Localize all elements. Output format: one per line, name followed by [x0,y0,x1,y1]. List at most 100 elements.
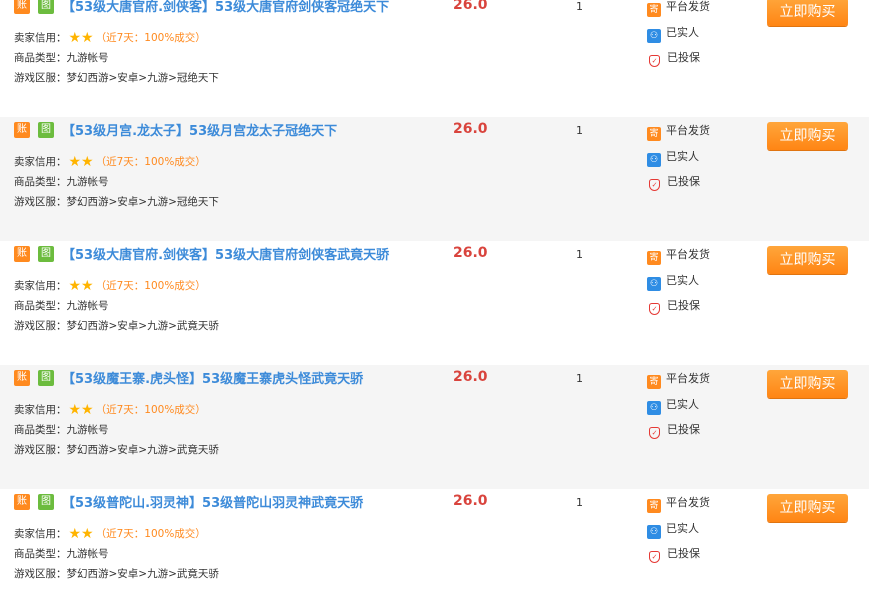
quantity: 1 [576,248,583,261]
product-type: 商品类型：九游帐号 [14,546,109,561]
platform-delivery-label: 平台发货 [666,248,710,261]
server-value: 梦幻西游>安卓>九游>冠绝天下 [66,196,219,208]
image-tag-icon[interactable]: 图 [38,246,54,262]
server-value: 梦幻西游>安卓>九游>武竟天骄 [66,568,219,580]
buy-now-button[interactable]: 立即购买 [767,0,848,26]
credit-label: 卖家信用： [14,156,67,168]
type-label: 商品类型： [14,424,67,436]
listing-row: 账 图 【53级普陀山.羽灵神】53级普陀山羽灵神武竟天骄 卖家信用： ★★ （近7… [0,489,869,596]
real-name-verified: ⚇ 已实人 [647,24,699,43]
type-value: 九游帐号 [66,424,109,436]
listing-row: 账 图 【53级大唐官府.剑侠客】53级大唐官府剑侠客武竟天骄 卖家信用： ★★ （… [0,241,869,365]
insured: ✓ 已投保 [647,297,700,315]
real-name-icon: ⚇ [647,153,661,167]
deal-rate: （近7天：100%成交） [95,156,206,168]
listing-list: 账 图 【53级大唐官府.剑侠客】53级大唐官府剑侠客冠绝天下 卖家信用： ★★ （… [0,0,869,596]
insured: ✓ 已投保 [647,173,700,191]
image-tag-icon[interactable]: 图 [38,494,54,510]
platform-delivery: 寄平台发货 [647,246,710,265]
type-value: 九游帐号 [66,52,109,64]
quantity: 1 [576,124,583,137]
type-label: 商品类型： [14,300,67,312]
platform-delivery: 寄平台发货 [647,370,710,389]
platform-delivery-icon: 寄 [647,251,661,265]
price: 26.0 [453,0,488,13]
game-server: 游戏区服：梦幻西游>安卓>九游>冠绝天下 [14,70,219,85]
product-type: 商品类型：九游帐号 [14,50,109,65]
listing-title-link[interactable]: 【53级大唐官府.剑侠客】53级大唐官府剑侠客冠绝天下 [62,0,389,15]
star-icons: ★★ [68,526,94,542]
game-server: 游戏区服：梦幻西游>安卓>九游>冠绝天下 [14,194,219,209]
real-name-icon: ⚇ [647,29,661,43]
star-icons: ★★ [68,402,94,418]
deal-rate: （近7天：100%成交） [95,32,206,44]
insured: ✓ 已投保 [647,49,700,67]
credit-label: 卖家信用： [14,280,67,292]
type-value: 九游帐号 [66,176,109,188]
real-name-verified: ⚇ 已实人 [647,148,699,167]
listing-row: 账 图 【53级魔王寨.虎头怪】53级魔王寨虎头怪武竟天骄 卖家信用： ★★ （近7… [0,365,869,489]
price: 26.0 [453,121,488,137]
seller-credit: 卖家信用： ★★ （近7天：100%成交） [14,30,206,46]
credit-label: 卖家信用： [14,404,67,416]
shield-icon: ✓ [649,427,660,439]
listing-title-link[interactable]: 【53级魔王寨.虎头怪】53级魔王寨虎头怪武竟天骄 [62,368,363,387]
real-name-verified: ⚇ 已实人 [647,272,699,291]
seller-credit: 卖家信用： ★★ （近7天：100%成交） [14,402,206,418]
quantity: 1 [576,372,583,385]
platform-delivery: 寄平台发货 [647,0,710,17]
seller-credit: 卖家信用： ★★ （近7天：100%成交） [14,154,206,170]
shield-icon: ✓ [649,179,660,191]
listing-row: 账 图 【53级大唐官府.剑侠客】53级大唐官府剑侠客冠绝天下 卖家信用： ★★ （… [0,0,869,117]
image-tag-icon[interactable]: 图 [38,122,54,138]
platform-delivery-label: 平台发货 [666,372,710,385]
insured-label: 已投保 [667,175,700,188]
server-value: 梦幻西游>安卓>九游>武竟天骄 [66,444,219,456]
image-tag-icon[interactable]: 图 [38,370,54,386]
platform-delivery-icon: 寄 [647,499,661,513]
image-tag-icon[interactable]: 图 [38,0,54,14]
deal-rate: （近7天：100%成交） [95,528,206,540]
deal-rate: （近7天：100%成交） [95,280,206,292]
buy-now-button[interactable]: 立即购买 [767,494,848,522]
credit-label: 卖家信用： [14,32,67,44]
listing-row: 账 图 【53级月宫.龙太子】53级月宫龙太子冠绝天下 卖家信用： ★★ （近7天：… [0,117,869,241]
type-label: 商品类型： [14,52,67,64]
game-server: 游戏区服：梦幻西游>安卓>九游>武竟天骄 [14,318,219,333]
listing-title-link[interactable]: 【53级大唐官府.剑侠客】53级大唐官府剑侠客武竟天骄 [62,244,389,263]
platform-delivery-icon: 寄 [647,3,661,17]
platform-delivery-icon: 寄 [647,375,661,389]
listing-title-link[interactable]: 【53级普陀山.羽灵神】53级普陀山羽灵神武竟天骄 [62,492,363,511]
account-tag-icon: 账 [14,370,30,386]
type-value: 九游帐号 [66,548,109,560]
insured-label: 已投保 [667,51,700,64]
star-icons: ★★ [68,154,94,170]
account-tag-icon: 账 [14,0,30,14]
server-label: 游戏区服： [14,444,67,456]
real-name-icon: ⚇ [647,277,661,291]
buy-now-button[interactable]: 立即购买 [767,122,848,150]
server-label: 游戏区服： [14,320,67,332]
quantity: 1 [576,0,583,13]
shield-icon: ✓ [649,303,660,315]
listing-title-link[interactable]: 【53级月宫.龙太子】53级月宫龙太子冠绝天下 [62,120,337,139]
quantity: 1 [576,496,583,509]
shield-icon: ✓ [649,55,660,67]
account-tag-icon: 账 [14,122,30,138]
server-value: 梦幻西游>安卓>九游>冠绝天下 [66,72,219,84]
platform-delivery: 寄平台发货 [647,122,710,141]
seller-credit: 卖家信用： ★★ （近7天：100%成交） [14,526,206,542]
platform-delivery-label: 平台发货 [666,496,710,509]
server-label: 游戏区服： [14,568,67,580]
real-name-label: 已实人 [666,398,699,411]
platform-delivery: 寄平台发货 [647,494,710,513]
type-label: 商品类型： [14,176,67,188]
buy-now-button[interactable]: 立即购买 [767,246,848,274]
platform-delivery-label: 平台发货 [666,124,710,137]
real-name-label: 已实人 [666,150,699,163]
real-name-icon: ⚇ [647,401,661,415]
account-tag-icon: 账 [14,246,30,262]
account-tag-icon: 账 [14,494,30,510]
buy-now-button[interactable]: 立即购买 [767,370,848,398]
price: 26.0 [453,369,488,385]
